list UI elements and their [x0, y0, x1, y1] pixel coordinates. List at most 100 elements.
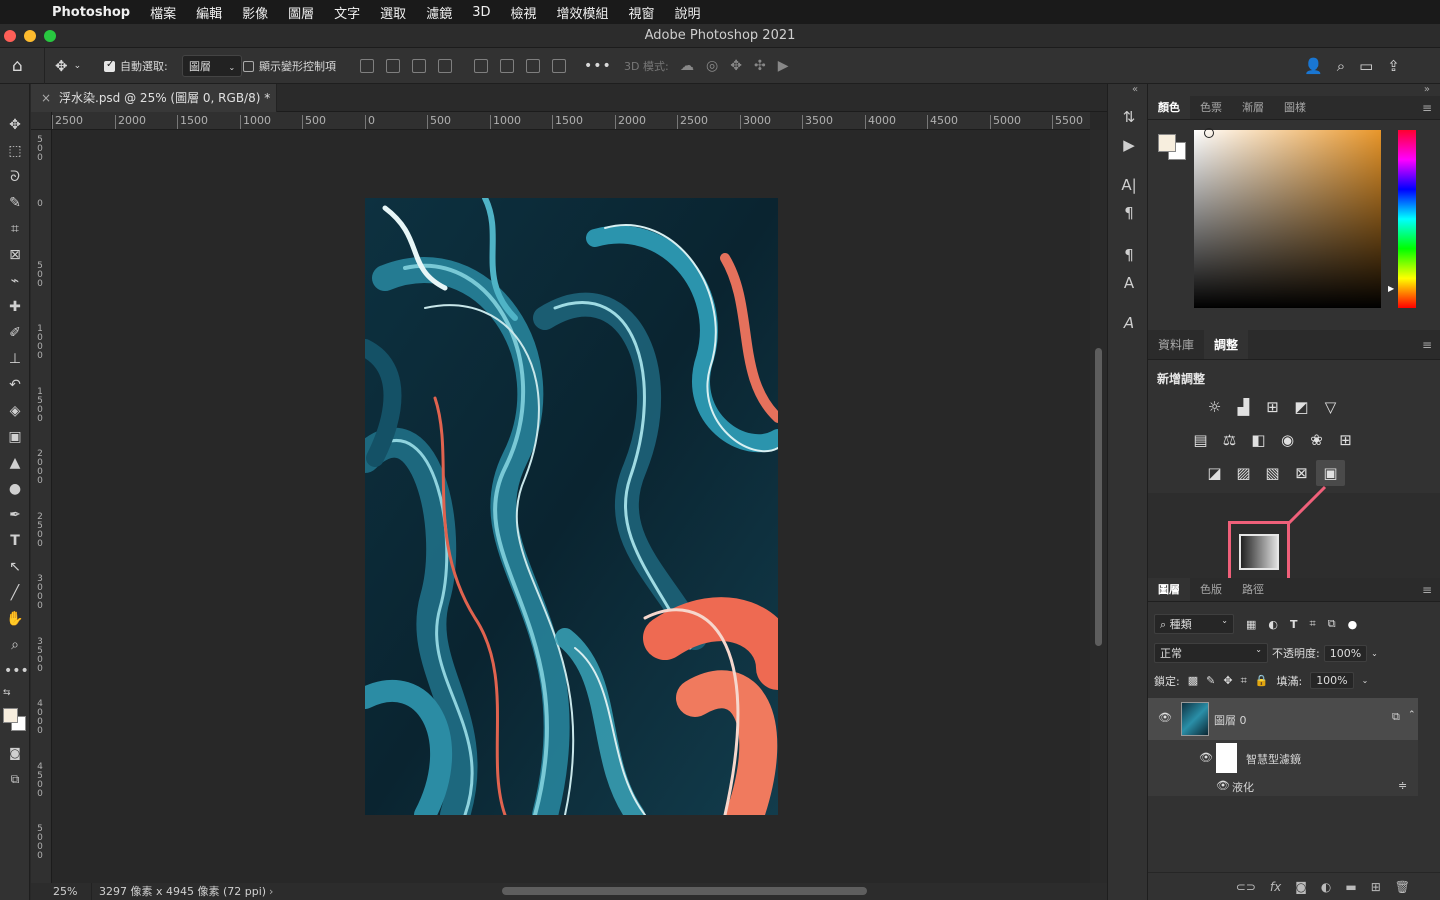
menu-3d[interactable]: 3D	[472, 5, 490, 20]
menu-app-name[interactable]: Photoshop	[52, 5, 130, 20]
line-tool-icon[interactable]: ╱	[4, 582, 26, 604]
invert-icon[interactable]: ◪	[1200, 460, 1229, 486]
brightness-contrast-icon[interactable]: ☼	[1200, 394, 1229, 420]
path-select-tool-icon[interactable]: ↖	[4, 556, 26, 578]
liquify-eye-icon[interactable]: 👁	[1216, 779, 1230, 792]
3d-camera-icon[interactable]: ▶	[778, 58, 789, 74]
tab-gradients[interactable]: 漸層	[1232, 96, 1274, 119]
gradient-map-highlight[interactable]	[1228, 521, 1290, 583]
more-tools-icon[interactable]: •••	[4, 660, 29, 682]
show-transform-checkbox[interactable]: 顯示變形控制項	[243, 48, 336, 84]
fg-color-swatch[interactable]	[1158, 134, 1176, 152]
align-middle-icon[interactable]	[500, 59, 514, 73]
exposure-icon[interactable]: ◩	[1287, 394, 1316, 420]
zoom-window-button[interactable]	[44, 30, 56, 42]
healing-brush-tool-icon[interactable]: ✚	[4, 296, 26, 318]
foreground-color-swatch[interactable]	[3, 708, 18, 723]
menu-plugins[interactable]: 增效模組	[557, 3, 609, 22]
document-tab[interactable]: × 浮水染.psd @ 25% (圖層 0, RGB/8) *	[31, 84, 277, 112]
color-balance-icon[interactable]: ⚖	[1215, 427, 1244, 453]
posterize-icon[interactable]: ▨	[1229, 460, 1258, 486]
type-tool-icon[interactable]: T	[4, 530, 26, 552]
auto-select-dropdown[interactable]: 圖層 ⌄	[182, 55, 243, 77]
export-icon[interactable]: ⇪	[1387, 57, 1400, 75]
add-mask-icon[interactable]: ◙	[1295, 880, 1307, 894]
layer-filter-dropdown[interactable]: ⌕ 種類 ⌄	[1154, 614, 1234, 634]
photo-filter-icon[interactable]: ◉	[1273, 427, 1302, 453]
opacity-field[interactable]: 100%	[1323, 644, 1368, 662]
filter-smart-object-icon[interactable]: ⧉	[1328, 617, 1336, 631]
document-info[interactable]: 3297 像素 x 4945 像素 (72 ppi)	[91, 883, 266, 900]
screen-mode-icon[interactable]: ⧉	[4, 768, 26, 790]
collapse-icons-icon[interactable]: «	[1132, 84, 1138, 95]
3d-orbit-icon[interactable]: ☁	[680, 58, 694, 74]
clone-stamp-tool-icon[interactable]: ⊥	[4, 348, 26, 370]
zoom-tool-icon[interactable]: ⌕	[4, 634, 26, 656]
home-icon[interactable]: ⌂	[12, 48, 23, 84]
opacity-dropdown-icon[interactable]: ⌄	[1371, 649, 1378, 658]
quick-select-tool-icon[interactable]: ✎	[4, 192, 26, 214]
expand-panels-icon[interactable]: »	[1424, 84, 1430, 95]
tab-adjustments[interactable]: 調整	[1204, 330, 1249, 359]
channel-mixer-icon[interactable]: ❀	[1302, 427, 1331, 453]
history-brush-tool-icon[interactable]: ↶	[4, 374, 26, 396]
blend-mode-dropdown[interactable]: 正常 ⌄	[1154, 643, 1268, 663]
glyphs-panel-icon[interactable]: A	[1118, 312, 1140, 334]
color-field[interactable]	[1194, 128, 1381, 308]
new-group-icon[interactable]: ▬	[1345, 880, 1356, 894]
layer-row-selected[interactable]: 👁 圖層 0 ⧉ ⌃	[1148, 698, 1418, 740]
adjust-panel-menu-icon[interactable]: ≡	[1422, 330, 1432, 360]
align-top-icon[interactable]	[474, 59, 488, 73]
marquee-tool-icon[interactable]: ⬚	[4, 140, 26, 162]
new-layer-icon[interactable]: ⊞	[1371, 880, 1381, 894]
marbled-artwork-image[interactable]	[365, 198, 778, 815]
horizontal-scroll-thumb[interactable]	[502, 887, 867, 895]
new-adjustment-layer-icon[interactable]: ◐	[1321, 880, 1331, 894]
eraser-tool-icon[interactable]: ◈	[4, 400, 26, 422]
vertical-scroll-thumb[interactable]	[1095, 348, 1102, 646]
menu-layer[interactable]: 圖層	[288, 3, 314, 22]
fill-field[interactable]: 100%	[1310, 672, 1354, 689]
character-styles-icon[interactable]: A	[1118, 272, 1140, 294]
actions-panel-icon[interactable]: ▶	[1118, 134, 1140, 156]
auto-select-checkbox[interactable]: 自動選取:	[104, 48, 168, 84]
filter-type-icon[interactable]: T	[1290, 618, 1298, 631]
distribute-icon[interactable]	[438, 59, 452, 73]
color-panel-menu-icon[interactable]: ≡	[1422, 96, 1432, 120]
menu-type[interactable]: 文字	[334, 3, 360, 22]
eyedropper-tool-icon[interactable]: ⌁	[4, 270, 26, 292]
menu-image[interactable]: 影像	[242, 3, 268, 22]
pen-tool-icon[interactable]: ✒	[4, 504, 26, 526]
color-lookup-icon[interactable]: ⊞	[1331, 427, 1360, 453]
align-bottom-icon[interactable]	[526, 59, 540, 73]
swap-colors-icon[interactable]: ⇆	[3, 688, 11, 698]
align-right-icon[interactable]	[412, 59, 426, 73]
delete-layer-icon[interactable]: 🗑	[1395, 880, 1410, 894]
more-options-icon[interactable]: •••	[584, 58, 612, 74]
move-tool-icon[interactable]: ✥	[4, 114, 26, 136]
lock-position-icon[interactable]: ✥	[1223, 674, 1232, 687]
lock-image-icon[interactable]: ✎	[1206, 674, 1215, 687]
lock-transparent-icon[interactable]: ▩	[1188, 674, 1198, 687]
hand-tool-icon[interactable]: ✋	[4, 608, 26, 630]
smart-filters-row[interactable]: 👁 智慧型濾鏡	[1148, 740, 1418, 776]
menu-select[interactable]: 選取	[380, 3, 406, 22]
hue-slider-arrow-icon[interactable]: ▶	[1388, 284, 1394, 293]
menu-edit[interactable]: 編輯	[196, 3, 222, 22]
tab-swatches[interactable]: 色票	[1190, 96, 1232, 119]
smart-filter-eye-icon[interactable]: 👁	[1199, 751, 1213, 764]
lock-all-icon[interactable]: 🔒	[1255, 674, 1269, 687]
levels-icon[interactable]: ▟	[1229, 394, 1258, 420]
link-layers-icon[interactable]: ⊂⊃	[1236, 880, 1256, 894]
curves-icon[interactable]: ⊞	[1258, 394, 1287, 420]
3d-pan-icon[interactable]: ✥	[730, 58, 742, 74]
minimize-window-button[interactable]	[24, 30, 36, 42]
align-center-icon[interactable]	[386, 59, 400, 73]
brush-tool-icon[interactable]: ✐	[4, 322, 26, 344]
search-icon[interactable]: ⌕	[1337, 57, 1345, 75]
3d-roll-icon[interactable]: ◎	[706, 58, 718, 74]
crop-tool-icon[interactable]: ⌗	[4, 218, 26, 240]
workspace-icon[interactable]: ▭	[1359, 57, 1373, 75]
filter-toggle-icon[interactable]: ●	[1348, 618, 1358, 631]
layer-visibility-eye-icon[interactable]: 👁	[1158, 711, 1172, 724]
